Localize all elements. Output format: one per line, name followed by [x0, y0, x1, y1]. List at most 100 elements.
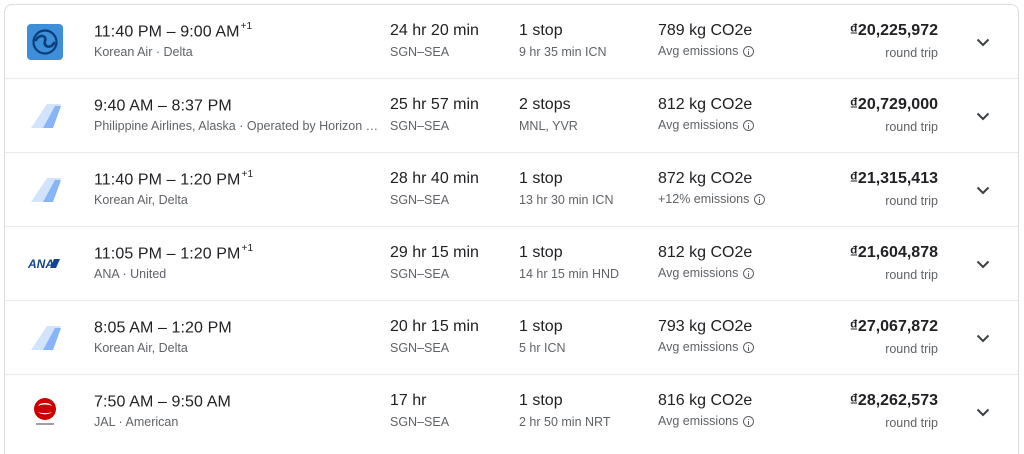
airline-names: Korean Air, Delta	[94, 193, 188, 207]
flight-price: ₫27,067,872	[849, 318, 938, 335]
multi-airline-tail-icon	[27, 172, 63, 208]
flight-result-row[interactable]: 8:05 AM – 1:20 PM Korean Air, Delta 20 h…	[5, 301, 1018, 375]
time-separator: –	[153, 393, 172, 411]
emissions-label: Avg emissions	[658, 340, 755, 354]
multi-airline-tail-icon	[27, 98, 63, 134]
flight-result-row[interactable]: 7:50 AM – 9:50 AM JAL · American 17 hr S…	[5, 375, 1018, 449]
emissions-label: Avg emissions	[658, 118, 755, 132]
flight-times: 7:50 AM – 9:50 AM	[94, 392, 232, 411]
svg-text:ANA: ANA	[27, 257, 54, 271]
flight-times: 11:05 PM – 1:20 PM+1	[94, 243, 254, 263]
arrival-time: 1:20 PM	[180, 171, 241, 189]
airline-names: Korean Air, Delta	[94, 341, 188, 355]
flight-duration: 25 hr 57 min	[390, 96, 479, 113]
price-type: round trip	[885, 342, 938, 356]
day-offset: +1	[240, 21, 253, 32]
flight-price: ₫21,604,878	[849, 244, 938, 261]
korean-air-logo-icon	[27, 24, 63, 60]
info-icon[interactable]	[754, 193, 766, 205]
flight-price: ₫28,262,573	[849, 392, 938, 409]
departure-time: 11:05 PM	[94, 245, 163, 263]
layover-details: 14 hr 15 min HND	[519, 267, 620, 281]
emissions-text: Avg emissions	[658, 414, 739, 428]
co2-amount: 816 kg CO2e	[658, 392, 753, 409]
day-offset: +1	[241, 169, 254, 180]
chevron-down-icon	[976, 112, 990, 120]
flight-duration: 17 hr	[390, 392, 427, 409]
co2-amount: 812 kg CO2e	[658, 244, 753, 261]
flight-results-list: 11:40 PM – 9:00 AM+1 Korean Air · Delta …	[4, 4, 1019, 454]
stop-count: 1 stop	[519, 170, 563, 187]
emissions-text: +12% emissions	[658, 192, 750, 206]
time-separator: –	[162, 245, 181, 263]
expand-details-button[interactable]	[971, 30, 995, 54]
expand-details-button[interactable]	[971, 326, 995, 350]
price-type: round trip	[885, 46, 938, 60]
emissions-label: Avg emissions	[658, 44, 755, 58]
time-separator: –	[153, 319, 172, 337]
flight-duration: 20 hr 15 min	[390, 318, 479, 335]
airline-names: Korean Air · Delta	[94, 45, 193, 59]
flight-price: ₫21,315,413	[849, 170, 938, 187]
info-icon[interactable]	[743, 45, 755, 57]
flight-route: SGN–SEA	[390, 45, 450, 59]
info-icon[interactable]	[743, 415, 755, 427]
flight-times: 9:40 AM – 8:37 PM	[94, 96, 233, 115]
airline-names: ANA · United	[94, 267, 167, 281]
flight-route: SGN–SEA	[390, 119, 450, 133]
flight-route: SGN–SEA	[390, 415, 450, 429]
airline-names: JAL · American	[94, 415, 179, 429]
expand-details-button[interactable]	[971, 252, 995, 276]
departure-time: 11:40 PM	[94, 171, 163, 189]
chevron-down-icon	[976, 334, 990, 342]
layover-details: 13 hr 30 min ICN	[519, 193, 614, 207]
chevron-down-icon	[976, 408, 990, 416]
emissions-label: Avg emissions	[658, 266, 755, 280]
chevron-down-icon	[976, 38, 990, 46]
flight-result-row[interactable]: 9:40 AM – 8:37 PM Philippine Airlines, A…	[5, 79, 1018, 153]
flight-duration: 28 hr 40 min	[390, 170, 479, 187]
arrival-time: 1:20 PM	[171, 319, 232, 337]
emissions-text: Avg emissions	[658, 340, 739, 354]
info-icon[interactable]	[743, 119, 755, 131]
co2-amount: 812 kg CO2e	[658, 96, 753, 113]
stop-count: 1 stop	[519, 22, 563, 39]
stop-count: 1 stop	[519, 318, 563, 335]
flight-price: ₫20,225,972	[849, 22, 938, 39]
jal-logo-icon	[27, 394, 63, 430]
layover-details: 9 hr 35 min ICN	[519, 45, 607, 59]
multi-airline-tail-icon	[27, 320, 63, 356]
flight-result-row[interactable]: 11:40 PM – 1:20 PM+1 Korean Air, Delta 2…	[5, 153, 1018, 227]
emissions-text: Avg emissions	[658, 118, 739, 132]
flight-route: SGN–SEA	[390, 341, 450, 355]
airline-names: Philippine Airlines, Alaska · Operated b…	[94, 119, 379, 133]
stop-count: 1 stop	[519, 244, 563, 261]
emissions-text: Avg emissions	[658, 44, 739, 58]
expand-details-button[interactable]	[971, 104, 995, 128]
departure-time: 7:50 AM	[94, 393, 154, 411]
emissions-label: Avg emissions	[658, 414, 755, 428]
arrival-time: 8:37 PM	[171, 97, 232, 115]
co2-amount: 789 kg CO2e	[658, 22, 753, 39]
expand-details-button[interactable]	[971, 400, 995, 424]
emissions-label: +12% emissions	[658, 192, 766, 206]
expand-details-button[interactable]	[971, 178, 995, 202]
chevron-down-icon	[976, 260, 990, 268]
arrival-time: 9:00 AM	[180, 23, 240, 41]
flight-route: SGN–SEA	[390, 267, 450, 281]
day-offset: +1	[241, 243, 254, 254]
arrival-time: 1:20 PM	[180, 245, 241, 263]
co2-amount: 793 kg CO2e	[658, 318, 753, 335]
layover-details: MNL, YVR	[519, 119, 578, 133]
layover-details: 5 hr ICN	[519, 341, 566, 355]
departure-time: 9:40 AM	[94, 97, 154, 115]
chevron-down-icon	[976, 186, 990, 194]
flight-duration: 24 hr 20 min	[390, 22, 479, 39]
flight-result-row[interactable]: 11:40 PM – 9:00 AM+1 Korean Air · Delta …	[5, 5, 1018, 79]
price-type: round trip	[885, 120, 938, 134]
departure-time: 8:05 AM	[94, 319, 154, 337]
flight-result-row[interactable]: ANA 11:05 PM – 1:20 PM+1 ANA · United 29…	[5, 227, 1018, 301]
flight-times: 8:05 AM – 1:20 PM	[94, 318, 233, 337]
info-icon[interactable]	[743, 341, 755, 353]
info-icon[interactable]	[743, 267, 755, 279]
